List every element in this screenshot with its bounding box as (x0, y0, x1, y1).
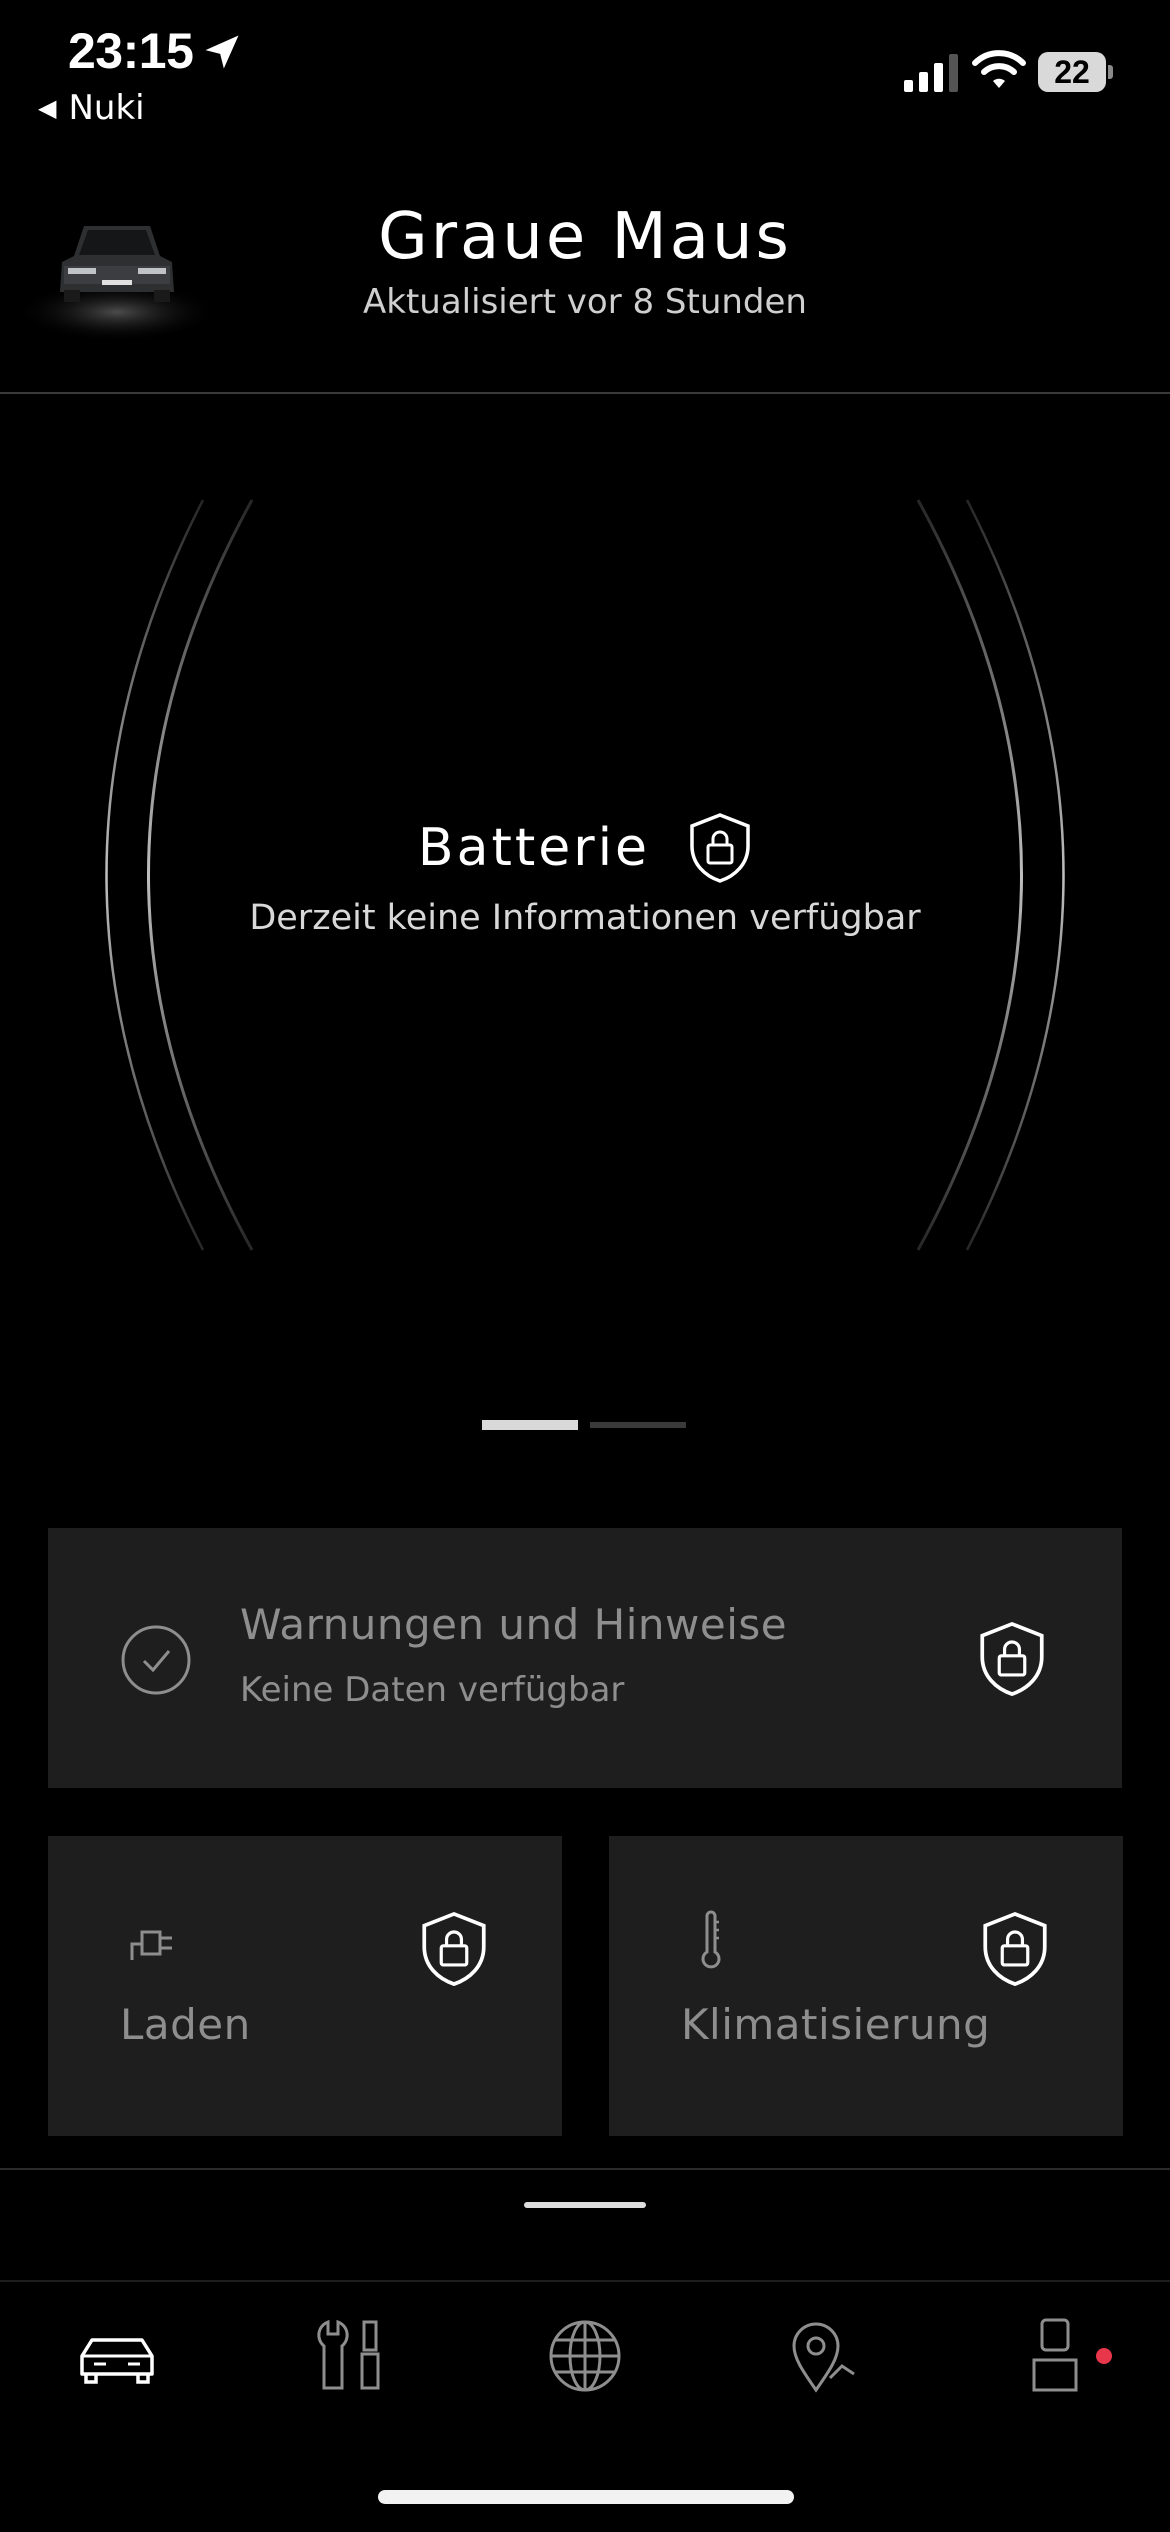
climate-card[interactable]: Klimatisierung (609, 1836, 1123, 2136)
shield-lock-icon (690, 813, 750, 883)
page-indicator-dot-active[interactable] (482, 1420, 578, 1430)
battery-level: 22 (1038, 52, 1106, 92)
wifi-icon (972, 50, 1026, 88)
warnings-card[interactable]: Warnungen und Hinweise Keine Daten verfü… (48, 1528, 1122, 1788)
shield-lock-icon (422, 1911, 486, 1987)
tab-service-tools-icon[interactable] (306, 2316, 396, 2396)
content-divider (0, 2168, 1170, 2170)
back-to-app-link[interactable]: ◀ Nuki (38, 88, 145, 128)
battery-title: Batterie (417, 818, 651, 878)
shield-lock-icon (983, 1911, 1047, 1987)
warnings-subtitle: Keine Daten verfügbar (240, 1670, 625, 1710)
tab-explore-globe-icon[interactable] (540, 2316, 630, 2396)
shield-lock-icon (980, 1621, 1044, 1697)
cell-signal-icon (904, 54, 958, 92)
check-circle-icon (121, 1625, 191, 1695)
back-triangle-icon: ◀ (38, 94, 57, 122)
last-updated-text: Aktualisiert vor 8 Stunden (363, 282, 807, 322)
home-indicator[interactable] (378, 2490, 794, 2504)
battery-icon: 22 (1038, 52, 1113, 92)
tab-map-pin-icon[interactable] (780, 2316, 870, 2396)
battery-status-text: Derzeit keine Informationen verfügbar (249, 898, 921, 938)
notification-badge (1096, 2348, 1112, 2364)
charging-plug-icon (130, 1930, 172, 1960)
tab-bar-divider (0, 2280, 1170, 2282)
back-label: Nuki (68, 88, 145, 128)
page-indicator-dot[interactable] (590, 1422, 686, 1428)
battery-title-row: Batterie (0, 812, 1170, 884)
charging-label: Laden (120, 2000, 251, 2049)
tab-vehicle-car-icon[interactable] (72, 2316, 162, 2396)
status-time: 23:15 (68, 23, 194, 79)
thermometer-icon (701, 1910, 721, 1969)
tab-profile-icon[interactable] (1010, 2316, 1100, 2396)
page-indicator[interactable] (482, 1420, 686, 1430)
sheet-drag-handle[interactable] (524, 2202, 646, 2208)
warnings-title: Warnungen und Hinweise (240, 1600, 788, 1649)
charging-card[interactable]: Laden (48, 1836, 562, 2136)
climate-label: Klimatisierung (681, 2000, 991, 2049)
vehicle-name: Graue Maus (378, 200, 792, 274)
location-arrow-icon (205, 35, 239, 69)
header-divider (0, 392, 1170, 394)
